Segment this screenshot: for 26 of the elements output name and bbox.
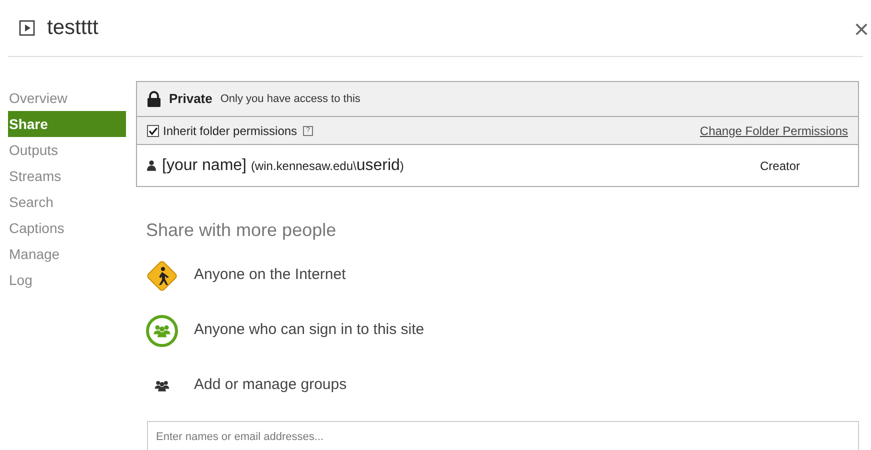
- access-level: Private: [169, 90, 212, 108]
- user-role: Creator: [760, 158, 800, 174]
- user-name: [your name] (win.kennesaw.edu\userid): [162, 156, 404, 176]
- person-icon: [147, 160, 156, 171]
- sidebar-item[interactable]: Outputs: [8, 137, 126, 163]
- share-option[interactable]: Add or manage groups: [194, 374, 347, 397]
- section-title: Share with more people: [146, 219, 338, 242]
- people-input-field[interactable]: Enter names or email addresses...: [147, 421, 859, 450]
- users-icon: [154, 379, 170, 392]
- sidebar-item[interactable]: Overview: [8, 85, 126, 111]
- window-title: testttt: [47, 15, 98, 42]
- play-icon: [19, 20, 35, 36]
- inherit-checkbox[interactable]: [147, 124, 159, 136]
- sidebar-item[interactable]: Share: [8, 111, 126, 137]
- share-option[interactable]: Anyone who can sign in to this site: [194, 319, 424, 342]
- change-folder-permissions-link[interactable]: Change Folder Permissions: [700, 122, 848, 140]
- sidebar-item[interactable]: Manage: [8, 241, 126, 267]
- sidebar-item[interactable]: Log: [8, 267, 126, 293]
- padlock-icon: [147, 91, 161, 107]
- sidebar-item[interactable]: Captions: [8, 215, 126, 241]
- share-option[interactable]: Anyone on the Internet: [194, 264, 346, 287]
- sidebar-item[interactable]: Search: [8, 189, 126, 215]
- close-button[interactable]: ×: [854, 16, 869, 42]
- access-description: Only you have access to this: [220, 92, 360, 107]
- sidebar-item[interactable]: Streams: [8, 163, 126, 189]
- inherit-label: Inherit folder permissions: [163, 122, 298, 140]
